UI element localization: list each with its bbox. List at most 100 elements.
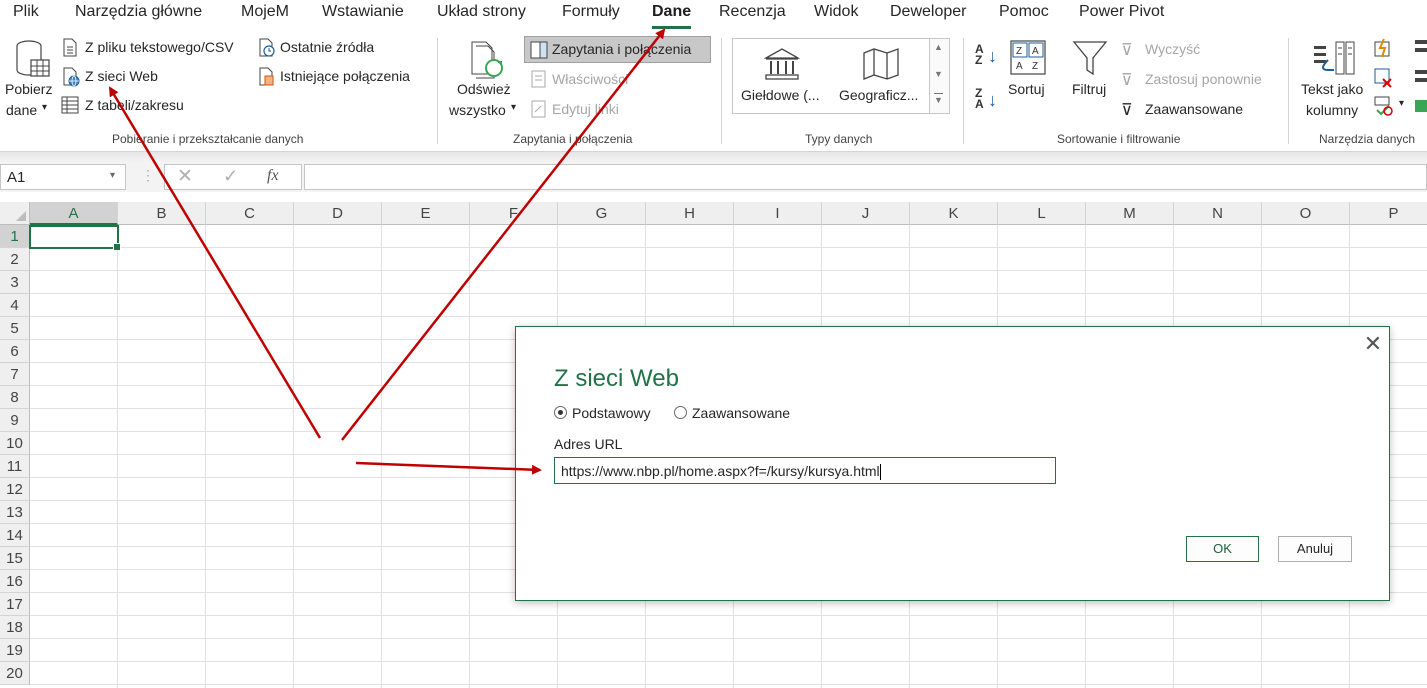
column-header-k[interactable]: K: [910, 202, 998, 225]
queries-connections-button[interactable]: Zapytania i połączenia: [552, 41, 691, 57]
tab-mojem[interactable]: MojeM: [241, 3, 289, 21]
from-text-csv-button[interactable]: Z pliku tekstowego/CSV: [85, 39, 234, 55]
column-header-g[interactable]: G: [558, 202, 646, 225]
confirm-entry-icon[interactable]: ✓: [223, 166, 238, 187]
tab-pomoc[interactable]: Pomoc: [999, 3, 1049, 21]
sort-za-icon[interactable]: ZA: [975, 87, 984, 110]
group-separator: [721, 38, 722, 144]
column-header-b[interactable]: B: [118, 202, 206, 225]
row-header-6[interactable]: 6: [0, 340, 30, 363]
active-cell-a1[interactable]: [29, 225, 121, 251]
tab-power-pivot[interactable]: Power Pivot: [1079, 3, 1164, 21]
select-all-corner[interactable]: [0, 202, 30, 225]
column-header-l[interactable]: L: [998, 202, 1086, 225]
sort-button[interactable]: Sortuj: [1008, 81, 1045, 97]
row-header-20[interactable]: 20: [0, 662, 30, 685]
column-header-e[interactable]: E: [382, 202, 470, 225]
row-header-1[interactable]: 1: [0, 225, 30, 248]
queries-pane-icon: [530, 41, 548, 59]
group-separator: [437, 38, 438, 144]
name-box[interactable]: A1 ▾: [0, 164, 126, 190]
tab-recenzja[interactable]: Recenzja: [719, 3, 786, 21]
chevron-down-icon[interactable]: ▾: [1399, 98, 1404, 109]
column-header-h[interactable]: H: [646, 202, 734, 225]
row-header-16[interactable]: 16: [0, 570, 30, 593]
geography-data-type[interactable]: Geograficz...: [839, 87, 918, 103]
column-header-d[interactable]: D: [294, 202, 382, 225]
ok-button[interactable]: OK: [1186, 536, 1259, 562]
row-header-7[interactable]: 7: [0, 363, 30, 386]
geography-map-icon: [863, 48, 899, 80]
gallery-more-icon[interactable]: ▼: [934, 93, 943, 106]
grid-row-line: [30, 316, 1427, 317]
row-header-14[interactable]: 14: [0, 524, 30, 547]
stocks-data-type[interactable]: Giełdowe (...: [741, 87, 820, 103]
row-header-3[interactable]: 3: [0, 271, 30, 294]
advanced-filter-button[interactable]: Zaawansowane: [1145, 101, 1243, 117]
advanced-radio-label[interactable]: Zaawansowane: [692, 405, 790, 421]
column-header-m[interactable]: M: [1086, 202, 1174, 225]
row-header-9[interactable]: 9: [0, 409, 30, 432]
grid-column-line: [469, 225, 470, 688]
consolidate-icon[interactable]: [1414, 38, 1427, 56]
row-header-13[interactable]: 13: [0, 501, 30, 524]
row-header-8[interactable]: 8: [0, 386, 30, 409]
row-header-11[interactable]: 11: [0, 455, 30, 478]
column-header-a[interactable]: A: [30, 202, 118, 225]
recent-sources-button[interactable]: Ostatnie źródła: [280, 39, 374, 55]
column-header-c[interactable]: C: [206, 202, 294, 225]
column-header-f[interactable]: F: [470, 202, 558, 225]
tab-formuly[interactable]: Formuły: [562, 3, 620, 21]
cancel-entry-icon[interactable]: ✕: [177, 165, 193, 188]
data-validation-icon[interactable]: [1374, 96, 1394, 116]
column-header-n[interactable]: N: [1174, 202, 1262, 225]
chevron-down-icon[interactable]: ▼: [934, 69, 943, 79]
flash-fill-icon[interactable]: [1374, 38, 1394, 58]
reapply-button[interactable]: Zastosuj ponownie: [1145, 71, 1262, 87]
chevron-down-icon[interactable]: ▾: [110, 170, 115, 181]
tab-wstawianie[interactable]: Wstawianie: [322, 3, 404, 21]
row-header-17[interactable]: 17: [0, 593, 30, 616]
row-header-5[interactable]: 5: [0, 317, 30, 340]
gallery-scroll[interactable]: ▲ ▼ ▼: [930, 38, 950, 114]
basic-radio[interactable]: [554, 406, 567, 419]
row-header-4[interactable]: 4: [0, 294, 30, 317]
row-header-12[interactable]: 12: [0, 478, 30, 501]
properties-button[interactable]: Właściwości: [552, 71, 628, 87]
tab-dane[interactable]: Dane: [652, 3, 692, 29]
advanced-radio[interactable]: [674, 406, 687, 419]
tab-narzedzia-glowne[interactable]: Narzędzia główne: [75, 3, 202, 21]
row-header-2[interactable]: 2: [0, 248, 30, 271]
row-header-18[interactable]: 18: [0, 616, 30, 639]
existing-connections-button[interactable]: Istniejące połączenia: [280, 68, 410, 84]
relationships-icon[interactable]: [1414, 68, 1427, 86]
tab-widok[interactable]: Widok: [814, 3, 858, 21]
column-header-p[interactable]: P: [1350, 202, 1427, 225]
tab-deweloper[interactable]: Deweloper: [890, 3, 966, 21]
formula-input[interactable]: [304, 164, 1427, 190]
text-to-columns-label-2: kolumny: [1306, 102, 1359, 118]
column-header-j[interactable]: J: [822, 202, 910, 225]
filter-button[interactable]: Filtruj: [1072, 81, 1106, 97]
tab-plik[interactable]: Plik: [13, 3, 39, 21]
edit-links-button[interactable]: Edytuj linki: [552, 101, 619, 117]
cancel-button[interactable]: Anuluj: [1278, 536, 1352, 562]
close-icon[interactable]: ✕: [1362, 333, 1384, 355]
insert-function-icon[interactable]: fx: [267, 167, 279, 185]
from-table-range-button[interactable]: Z tabeli/zakresu: [85, 97, 184, 113]
chevron-up-icon[interactable]: ▲: [934, 42, 943, 52]
row-header-19[interactable]: 19: [0, 639, 30, 662]
row-header-10[interactable]: 10: [0, 432, 30, 455]
row-header-15[interactable]: 15: [0, 547, 30, 570]
basic-radio-label[interactable]: Podstawowy: [572, 405, 651, 421]
grid-column-line: [293, 225, 294, 688]
url-input[interactable]: https://www.nbp.pl/home.aspx?f=/kursy/ku…: [554, 457, 1056, 484]
column-header-o[interactable]: O: [1262, 202, 1350, 225]
sort-az-icon[interactable]: AZ: [975, 43, 984, 66]
from-web-button[interactable]: Z sieci Web: [85, 68, 158, 84]
tab-uklad-strony[interactable]: Układ strony: [437, 3, 526, 21]
remove-duplicates-icon[interactable]: [1374, 68, 1394, 88]
column-header-i[interactable]: I: [734, 202, 822, 225]
clear-button[interactable]: Wyczyść: [1145, 41, 1200, 57]
data-model-icon[interactable]: [1414, 98, 1427, 116]
